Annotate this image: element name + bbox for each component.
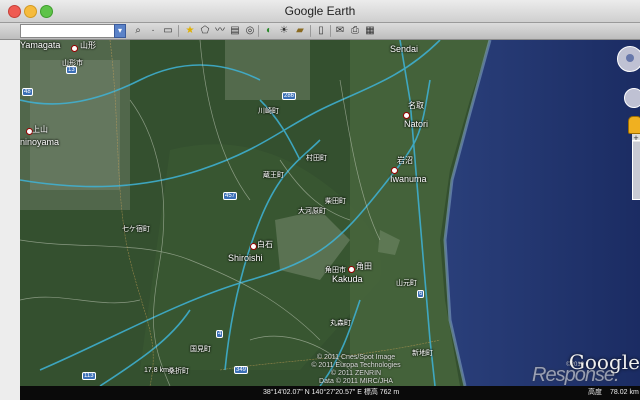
google-earth-window: Google Earth ▾ ⌕ · ▭ ★ ⬠ 〰 ▤ ◎ ◐ ☀ ▰ ▯ ✉… — [0, 0, 640, 400]
attribution-line: © 2011 ZENRIN — [330, 370, 382, 377]
place-label-natori-jp[interactable]: 名取 — [408, 100, 424, 111]
ruler-icon[interactable]: ▯ — [314, 24, 328, 37]
look-joystick[interactable] — [617, 46, 640, 72]
search-icon[interactable]: ⌕ — [131, 24, 145, 37]
overlay-icon[interactable]: ▤ — [228, 24, 242, 37]
terrain-layer — [20, 40, 640, 386]
altitude-readout: 78.02 km — [610, 389, 639, 396]
attribution-line: © 2011 Cnes/Spot Image — [316, 354, 396, 361]
polygon-icon[interactable]: ⬠ — [198, 24, 212, 37]
zoom-slider[interactable] — [632, 140, 640, 200]
window-title: Google Earth — [284, 4, 356, 18]
place-label-koori[interactable]: 桑折町 — [168, 366, 189, 376]
city-marker[interactable] — [250, 243, 257, 250]
placemark-icon[interactable]: ★ — [183, 24, 197, 37]
place-label-shibata[interactable]: 柴田町 — [325, 196, 346, 206]
city-marker[interactable] — [403, 112, 410, 119]
email-icon[interactable]: ✉ — [333, 24, 347, 37]
toolbar-separator — [310, 25, 311, 37]
scale-label: 17.8 km — [144, 367, 169, 374]
place-label-shiroishi[interactable]: Shiroishi — [228, 253, 263, 263]
place-label-sendai[interactable]: Sendai — [390, 44, 418, 54]
route-shield: 6 — [417, 290, 425, 298]
place-label-shiroishi-jp[interactable]: 白石 — [257, 239, 273, 250]
map-attribution: © 2011 Cnes/Spot Image © 2011 Europa Tec… — [296, 354, 416, 386]
place-label-kaminoyama[interactable]: ninoyama — [20, 137, 59, 147]
title-bar: Google Earth — [0, 0, 640, 23]
toolbar-separator — [330, 25, 331, 37]
route-shield: 113 — [82, 372, 96, 380]
route-shield: 286 — [282, 92, 297, 100]
attribution-line: Data © 2011 MIRC/JHA — [319, 378, 393, 385]
place-label-marumori[interactable]: 丸森町 — [330, 318, 351, 328]
place-label-ogawara[interactable]: 大河原町 — [298, 206, 326, 216]
place-label-iwanuma-jp[interactable]: 岩沼 — [397, 155, 413, 166]
place-label-kaminoyama-jp[interactable]: 上山 — [32, 124, 48, 135]
response-watermark: Response. — [532, 364, 620, 386]
attribution-line: © 2011 Europa Technologies — [311, 362, 401, 369]
altitude-label: 高度 — [588, 389, 602, 396]
search-input[interactable] — [20, 24, 126, 38]
place-label-kunimi[interactable]: 国見町 — [190, 344, 211, 354]
place-label-zao[interactable]: 蔵王町 — [263, 170, 284, 180]
earth-map-view[interactable]: Yamagata 山形 山形市 上山 ninoyama Sendai 川崎町 名… — [20, 40, 640, 386]
move-joystick[interactable] — [624, 88, 640, 108]
city-marker[interactable] — [391, 167, 398, 174]
maps-icon[interactable]: ▦ — [363, 24, 377, 37]
path-icon[interactable]: 〰 — [213, 24, 227, 37]
sidebar-icon[interactable]: ▭ — [161, 24, 175, 37]
toolbar: ▾ ⌕ · ▭ ★ ⬠ 〰 ▤ ◎ ◐ ☀ ▰ ▯ ✉ ⎙ ▦ — [0, 23, 640, 40]
city-marker[interactable] — [71, 45, 78, 52]
compass-icon — [626, 54, 634, 62]
place-label-yamamoto[interactable]: 山元町 — [396, 278, 417, 288]
planets-icon[interactable]: ▰ — [293, 24, 307, 37]
route-shield: 349 — [234, 366, 249, 374]
place-label-yamagata[interactable]: Yamagata — [20, 40, 60, 50]
route-shield: 48 — [22, 88, 33, 96]
sky-icon[interactable]: ◐ — [262, 24, 276, 37]
search-dropdown-button[interactable]: ▾ — [114, 24, 126, 38]
place-label-kakuda-jp[interactable]: 角田 — [356, 261, 372, 272]
route-shield: 4 — [216, 330, 224, 338]
place-label-natori[interactable]: Natori — [404, 119, 428, 129]
print-icon[interactable]: ⎙ — [348, 24, 362, 37]
place-label-murata[interactable]: 村田町 — [306, 153, 327, 163]
route-shield: 13 — [66, 66, 77, 74]
place-label-kakuda[interactable]: Kakuda — [332, 274, 363, 284]
coordinates-readout: 38°14'02.07" N 140°27'20.57" E 標高 762 m — [263, 389, 400, 396]
place-label-shichikashuku[interactable]: 七ケ宿町 — [122, 224, 150, 234]
city-marker[interactable] — [348, 266, 355, 273]
status-bar: 38°14'02.07" N 140°27'20.57" E 標高 762 m … — [20, 386, 640, 400]
place-label-kawasaki[interactable]: 川崎町 — [258, 106, 279, 116]
history-dropdown-icon[interactable]: · — [146, 24, 160, 37]
tour-icon[interactable]: ◎ — [243, 24, 257, 37]
place-label-yamagata-jp[interactable]: 山形 — [80, 40, 96, 51]
toolbar-separator — [178, 25, 179, 37]
sidebar-collapsed[interactable] — [0, 40, 21, 400]
sun-icon[interactable]: ☀ — [277, 24, 291, 37]
place-label-iwanuma[interactable]: Iwanuma — [390, 174, 427, 184]
toolbar-separator — [258, 25, 259, 37]
street-view-pegman-icon[interactable] — [628, 116, 640, 134]
route-shield: 457 — [223, 192, 238, 200]
